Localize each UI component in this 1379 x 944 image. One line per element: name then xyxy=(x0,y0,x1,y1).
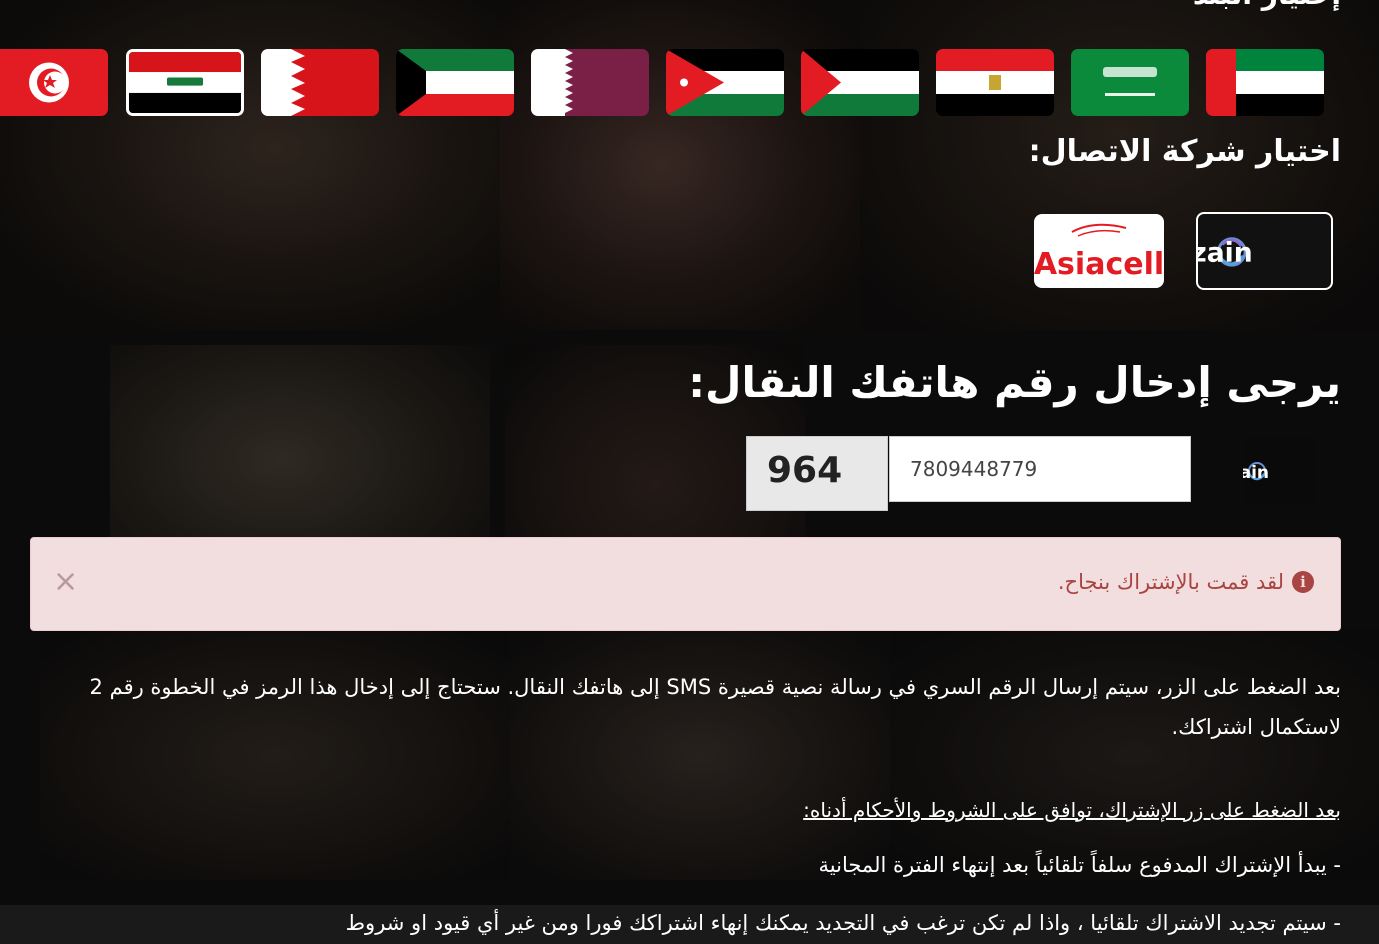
flag-palestine[interactable] xyxy=(801,49,919,116)
country-heading: إختيار البلد xyxy=(1193,0,1341,11)
terms-link[interactable]: بعد الضغط على زر الإشتراك، توافق على الش… xyxy=(803,798,1341,822)
flag-saudi-arabia[interactable] xyxy=(1071,49,1189,116)
flag-iraq[interactable] xyxy=(126,49,244,116)
alert-message-row: i لقد قمت بالإشتراك بنجاح. xyxy=(1058,570,1314,594)
term-item: - سيتم تجديد الاشتراك تلقائيا ، واذا لم … xyxy=(345,911,1341,935)
flag-uae[interactable] xyxy=(1206,49,1324,116)
phone-heading: يرجى إدخال رقم هاتفك النقال: xyxy=(688,358,1341,407)
alert-message: لقد قمت بالإشتراك بنجاح. xyxy=(1057,570,1284,594)
svg-text:zain: zain xyxy=(1243,463,1269,483)
flag-qatar[interactable] xyxy=(531,49,649,116)
flag-bahrain[interactable] xyxy=(261,49,379,116)
carrier-heading: اختيار شركة الاتصال: xyxy=(1028,134,1341,169)
flag-jordan[interactable] xyxy=(666,49,784,116)
info-icon: i xyxy=(1292,571,1314,593)
country-code-prefix: 964 xyxy=(746,436,888,511)
flag-kuwait[interactable] xyxy=(396,49,514,116)
sms-instructions: بعد الضغط على الزر، سيتم إرسال الرقم الس… xyxy=(89,675,1341,739)
phone-number-input[interactable] xyxy=(889,436,1191,502)
flag-egypt[interactable] xyxy=(936,49,1054,116)
flag-tunisia[interactable] xyxy=(0,49,108,116)
selected-carrier-logo: zain xyxy=(1243,437,1315,503)
carrier-zain-label: zain xyxy=(1198,237,1253,268)
term-item: - يبدأ الإشتراك المدفوع سلفاً تلقائياً ب… xyxy=(818,853,1341,877)
close-icon[interactable]: × xyxy=(53,564,78,599)
country-flags xyxy=(0,49,1379,116)
carrier-asiacell[interactable]: Asiacell xyxy=(1034,214,1164,288)
carrier-asiacell-label: Asiacell xyxy=(1034,247,1164,282)
success-alert: i لقد قمت بالإشتراك بنجاح. × xyxy=(30,537,1341,631)
carrier-zain[interactable]: zain xyxy=(1196,212,1333,290)
